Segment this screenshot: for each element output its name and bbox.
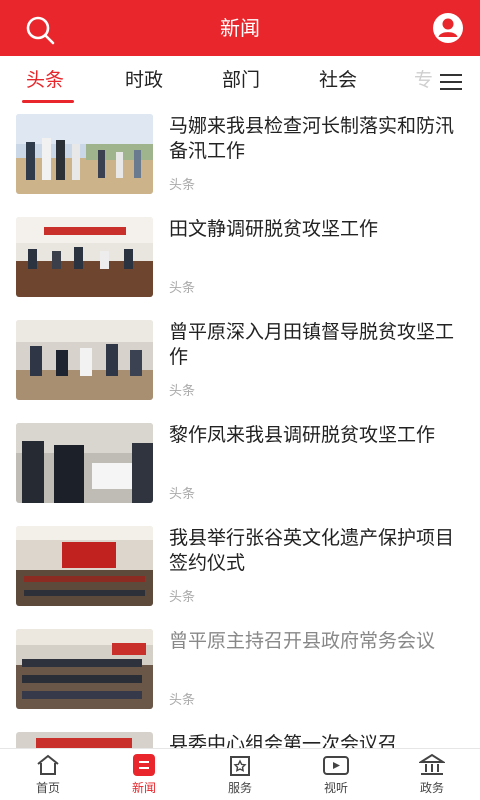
news-thumbnail: [16, 732, 153, 748]
tab-headlines[interactable]: 头条: [26, 66, 64, 94]
nav-video[interactable]: 视听: [288, 749, 384, 800]
news-title[interactable]: 县委中心组会第一次会议召: [169, 732, 469, 748]
news-list: 马娜来我县检查河长制落实和防汛备汛工作 头条 田文静调研脱贫攻坚工作 头条 曾平…: [0, 104, 480, 748]
tab-politics[interactable]: 时政: [125, 66, 163, 94]
nav-home[interactable]: 首页: [0, 749, 96, 800]
nav-news-label: 新闻: [131, 781, 156, 795]
news-item[interactable]: 曾平原主持召开县政府常务会议 头条: [0, 619, 480, 722]
nav-news[interactable]: 新闻: [96, 749, 192, 800]
nav-government-label: 政务: [419, 781, 444, 795]
news-source: 头条: [169, 384, 196, 399]
news-title[interactable]: 曾平原深入月田镇督导脱贫攻坚工作: [169, 320, 469, 370]
news-thumbnail: [16, 217, 153, 297]
news-title[interactable]: 黎作凤来我县调研脱贫攻坚工作: [169, 423, 469, 448]
news-source: 头条: [169, 590, 196, 605]
service-icon: [230, 756, 250, 776]
nav-home-label: 首页: [35, 781, 60, 795]
news-item[interactable]: 曾平原深入月田镇督导脱贫攻坚工作 头条: [0, 310, 480, 413]
news-source: 头条: [169, 693, 196, 708]
category-tabs: 头条 时政 部门 社会 专: [0, 56, 480, 104]
tab-society[interactable]: 社会: [319, 66, 357, 94]
news-thumbnail: [16, 114, 153, 194]
active-tab-indicator: [22, 100, 74, 103]
nav-video-label: 视听: [323, 781, 348, 795]
news-item[interactable]: 田文静调研脱贫攻坚工作 头条: [0, 207, 480, 310]
menu-icon[interactable]: [438, 72, 464, 92]
news-source: 头条: [169, 178, 196, 193]
news-thumbnail: [16, 526, 153, 606]
user-icon[interactable]: [432, 12, 464, 44]
bottom-nav: 首页 新闻 服务 视听 政务: [0, 748, 480, 800]
government-icon: [419, 753, 445, 775]
news-source: 头条: [169, 281, 196, 296]
nav-service-label: 服务: [227, 781, 252, 795]
home-icon: [37, 754, 59, 775]
nav-government[interactable]: 政务: [384, 749, 480, 800]
news-title[interactable]: 田文静调研脱贫攻坚工作: [169, 217, 469, 242]
news-item[interactable]: 黎作凤来我县调研脱贫攻坚工作 头条: [0, 413, 480, 516]
page-title: 新闻: [220, 16, 260, 40]
news-item[interactable]: 我县举行张谷英文化遗产保护项目签约仪式 头条: [0, 516, 480, 619]
news-title[interactable]: 我县举行张谷英文化遗产保护项目签约仪式: [169, 526, 469, 576]
news-thumbnail: [16, 423, 153, 503]
news-thumbnail: [16, 629, 153, 709]
news-title[interactable]: 曾平原主持召开县政府常务会议: [169, 629, 469, 654]
nav-service[interactable]: 服务: [192, 749, 288, 800]
news-title[interactable]: 马娜来我县检查河长制落实和防汛备汛工作: [169, 114, 469, 164]
news-item[interactable]: 县委中心组会第一次会议召: [0, 722, 480, 748]
video-icon: [323, 756, 349, 775]
news-thumbnail: [16, 320, 153, 400]
news-icon: [133, 754, 155, 776]
news-item[interactable]: 马娜来我县检查河长制落实和防汛备汛工作 头条: [0, 104, 480, 207]
tab-departments[interactable]: 部门: [222, 66, 260, 94]
news-source: 头条: [169, 487, 196, 502]
tab-special[interactable]: 专: [414, 66, 434, 94]
app-header: 新闻: [0, 0, 480, 56]
